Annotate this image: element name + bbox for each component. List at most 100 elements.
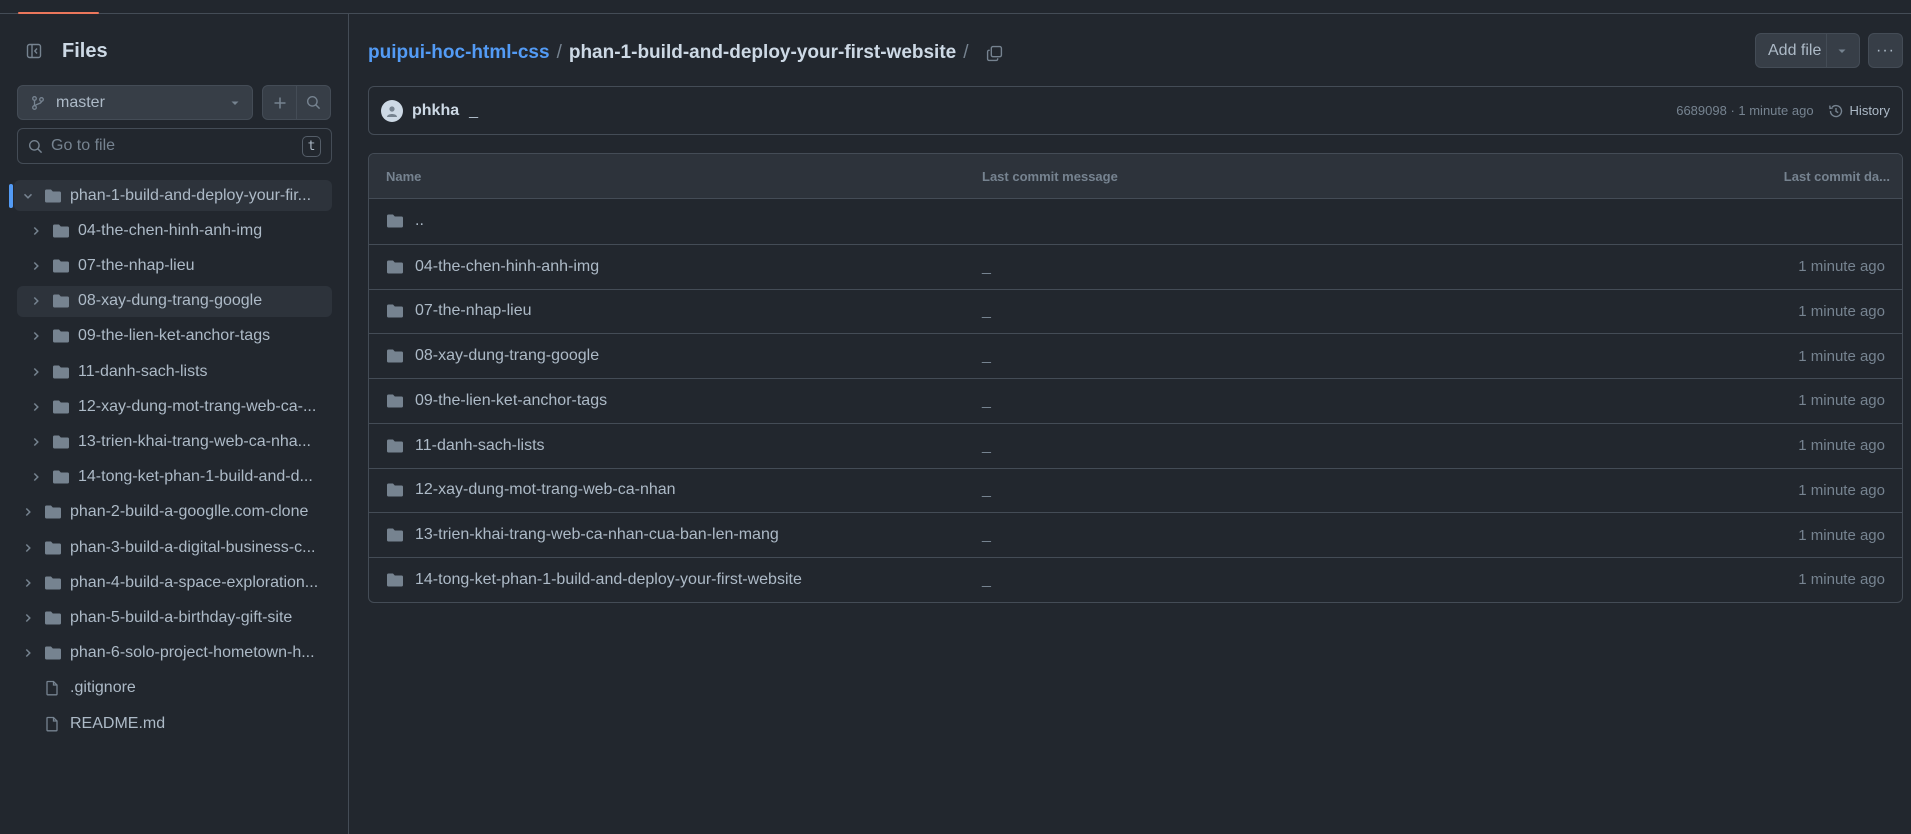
- tree-folder-item[interactable]: phan-2-build-a-googlle.com-clone: [14, 497, 332, 528]
- tree-folder-item[interactable]: 14-tong-ket-phan-1-build-and-d...: [17, 462, 332, 493]
- tree-folder-item[interactable]: 11-danh-sach-lists: [17, 356, 332, 387]
- collapse-sidebar-button[interactable]: [18, 35, 50, 67]
- folder-icon: [53, 294, 69, 308]
- tree-file-item[interactable]: .gitignore: [14, 673, 332, 704]
- table-row[interactable]: 12-xay-dung-mot-trang-web-ca-nhan _ 1 minu…: [369, 467, 1902, 513]
- go-to-file-input[interactable]: [51, 137, 302, 155]
- column-header-name: Name: [386, 168, 422, 184]
- tree-folder-item[interactable]: 13-trien-khai-trang-web-ca-nha...: [17, 426, 332, 457]
- more-options-button[interactable]: ···: [1868, 33, 1903, 68]
- go-to-file-field[interactable]: t: [17, 128, 332, 164]
- history-button[interactable]: History: [1828, 103, 1890, 119]
- folder-icon: [387, 439, 403, 453]
- row-name-link[interactable]: ..: [415, 212, 424, 230]
- folder-icon: [387, 573, 403, 587]
- row-name-link[interactable]: 09-the-lien-ket-anchor-tags: [415, 392, 607, 410]
- file-icon: [46, 716, 58, 731]
- search-files-button[interactable]: [296, 85, 331, 120]
- tree-item-label: 07-the-nhap-lieu: [78, 256, 195, 274]
- chevron-right-icon: [25, 649, 31, 658]
- folder-icon: [53, 470, 69, 484]
- table-row[interactable]: 11-danh-sach-lists _ 1 minute ago: [369, 422, 1902, 468]
- row-name-link[interactable]: 04-the-chen-hinh-anh-img: [415, 258, 599, 276]
- table-row[interactable]: 04-the-chen-hinh-anh-img _ 1 minute ago: [369, 243, 1902, 289]
- caret-down-icon: [1838, 49, 1846, 53]
- table-body: .. 04-the-chen-hinh-anh-img _ 1 minute ago 0…: [369, 199, 1902, 602]
- folder-icon: [53, 365, 69, 378]
- tree-folder-item[interactable]: phan-3-build-a-digital-business-c...: [14, 532, 332, 563]
- breadcrumb: puipui-hoc-html-css / phan-1-build-and-d…: [368, 38, 1003, 68]
- row-commit-date: 1 minute ago: [1798, 481, 1885, 499]
- add-file-caret[interactable]: [1826, 34, 1847, 67]
- tree-folder-item[interactable]: 09-the-lien-ket-anchor-tags: [17, 321, 332, 352]
- commit-message[interactable]: _: [469, 102, 478, 120]
- folder-icon: [53, 259, 69, 273]
- table-header: Name Last commit message Last commit da.…: [369, 154, 1902, 199]
- row-name-link[interactable]: 07-the-nhap-lieu: [415, 302, 532, 320]
- column-header-date: Last commit da...: [1783, 168, 1890, 184]
- tree-folder-item[interactable]: phan-6-solo-project-hometown-h...: [14, 638, 332, 669]
- row-commit-message[interactable]: _: [982, 392, 1702, 410]
- tree-item-label: phan-4-build-a-space-exploration...: [70, 573, 319, 591]
- chevron-right-icon: [33, 226, 39, 235]
- tree-folder-item[interactable]: 07-the-nhap-lieu: [17, 250, 332, 281]
- folder-icon: [387, 304, 403, 318]
- branch-name: master: [56, 93, 105, 111]
- history-label: History: [1849, 103, 1890, 118]
- copy-path-button[interactable]: [986, 45, 1003, 62]
- row-commit-message[interactable]: _: [982, 481, 1702, 499]
- folder-icon: [387, 260, 403, 274]
- row-commit-message[interactable]: _: [982, 302, 1702, 320]
- add-file-button[interactable]: [262, 85, 297, 120]
- tree-item-label: 11-danh-sach-lists: [78, 362, 208, 380]
- tree-folder-item[interactable]: phan-5-build-a-birthday-gift-site: [14, 602, 332, 633]
- tree-item-label: 04-the-chen-hinh-anh-img: [78, 221, 263, 239]
- tree-item-label: phan-3-build-a-digital-business-c...: [70, 538, 316, 556]
- add-file-label: Add file: [1768, 41, 1822, 59]
- history-icon: [1828, 104, 1842, 117]
- tree-folder-item[interactable]: phan-1-build-and-deploy-your-fir...: [14, 180, 332, 211]
- row-name-link[interactable]: 13-trien-khai-trang-web-ca-nhan-cua-ban-…: [415, 526, 779, 544]
- tree-folder-item[interactable]: 04-the-chen-hinh-anh-img: [17, 215, 332, 246]
- add-file-dropdown[interactable]: Add file: [1755, 33, 1860, 68]
- table-row[interactable]: 09-the-lien-ket-anchor-tags _ 1 minute ago: [369, 378, 1902, 423]
- breadcrumb-current: phan-1-build-and-deploy-your-first-websi…: [568, 42, 957, 63]
- chevron-right-icon: [25, 578, 31, 587]
- folder-icon: [53, 224, 69, 238]
- plus-icon: [274, 97, 285, 108]
- tree-file-item[interactable]: README.md: [14, 708, 332, 739]
- row-name-link[interactable]: 11-danh-sach-lists: [415, 437, 545, 455]
- avatar[interactable]: [381, 99, 403, 122]
- row-name-link[interactable]: 14-tong-ket-phan-1-build-and-deploy-your…: [415, 571, 802, 589]
- tree-folder-item[interactable]: phan-4-build-a-space-exploration...: [14, 567, 332, 598]
- row-name-link[interactable]: 12-xay-dung-mot-trang-web-ca-nhan: [415, 481, 676, 499]
- breadcrumb-repo-link[interactable]: puipui-hoc-html-css: [368, 42, 550, 64]
- breadcrumb-separator: /: [963, 42, 969, 63]
- folder-icon: [387, 349, 403, 363]
- tree-folder-item[interactable]: 12-xay-dung-mot-trang-web-ca-...: [17, 391, 332, 422]
- table-row[interactable]: 07-the-nhap-lieu _ 1 minute ago: [369, 288, 1902, 334]
- commit-author[interactable]: phkha: [412, 102, 459, 120]
- shortcut-key-hint: t: [302, 135, 321, 157]
- chevron-right-icon: [25, 508, 31, 517]
- table-row[interactable]: 08-xay-dung-trang-google _ 1 minute ago: [369, 333, 1902, 378]
- commit-sha-time[interactable]: 6689098 · 1 minute ago: [1676, 103, 1813, 118]
- table-row[interactable]: 13-trien-khai-trang-web-ca-nhan-cua-ban-…: [369, 512, 1902, 557]
- tree-item-label: 09-the-lien-ket-anchor-tags: [78, 327, 271, 345]
- branch-selector[interactable]: master: [17, 85, 253, 120]
- parent-directory-row[interactable]: ..: [369, 199, 1902, 244]
- row-commit-message[interactable]: _: [982, 347, 1702, 365]
- table-row[interactable]: 14-tong-ket-phan-1-build-and-deploy-your…: [369, 557, 1902, 602]
- folder-icon: [387, 483, 403, 497]
- folder-icon: [387, 528, 403, 542]
- row-commit-message[interactable]: _: [982, 571, 1702, 589]
- chevron-down-icon: [23, 193, 33, 199]
- tree-folder-item[interactable]: 08-xay-dung-trang-google: [17, 285, 332, 317]
- row-name-link[interactable]: 08-xay-dung-trang-google: [415, 347, 599, 365]
- tree-item-label: phan-1-build-and-deploy-your-fir...: [70, 186, 312, 204]
- column-header-message: Last commit message: [982, 168, 1118, 184]
- row-commit-message[interactable]: _: [982, 526, 1702, 544]
- row-commit-message[interactable]: _: [982, 258, 1702, 276]
- folder-icon: [53, 435, 69, 449]
- row-commit-message[interactable]: _: [982, 437, 1702, 455]
